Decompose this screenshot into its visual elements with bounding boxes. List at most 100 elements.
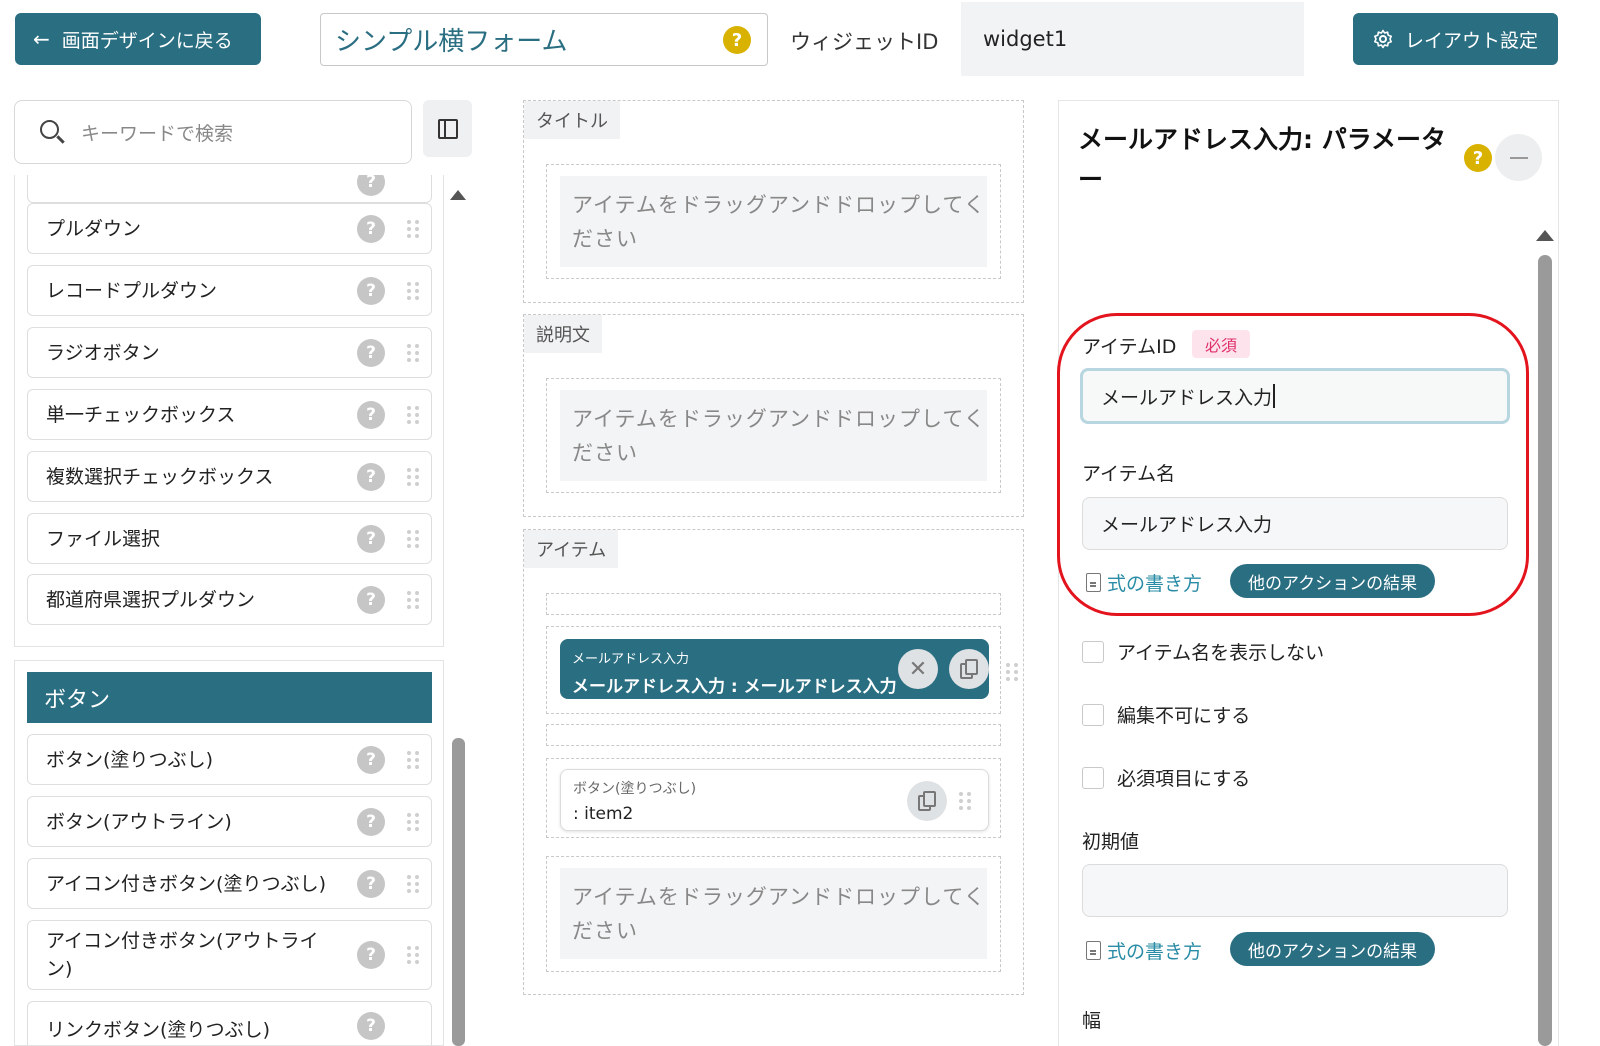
scroll-up-arrow-icon[interactable]: [1536, 230, 1554, 241]
help-icon[interactable]: ?: [357, 462, 385, 491]
selected-item-chip[interactable]: メールアドレス入力 メールアドレス入力 : メールアドレス入力 ✕: [560, 639, 989, 699]
drop-placeholder: アイテムをドラッグアンドドロップしてください: [560, 868, 987, 959]
help-icon[interactable]: ?: [357, 869, 385, 898]
item-type-label: メールアドレス入力: [572, 652, 690, 667]
formula-link-label: 式の書き方: [1107, 941, 1203, 963]
list-item-button-outline[interactable]: ボタン(アウトライン) ?: [27, 796, 432, 847]
text-cursor: [1273, 384, 1275, 408]
list-item-record-pulldown[interactable]: レコードプルダウン ?: [27, 265, 432, 316]
item-name-label: メールアドレス入力 : メールアドレス入力: [572, 677, 897, 697]
other-action-result-button[interactable]: 他のアクションの結果: [1230, 932, 1436, 966]
form-title-input[interactable]: シンプル横フォーム ?: [320, 13, 768, 66]
drop-slot[interactable]: [546, 724, 1001, 746]
initial-value-input[interactable]: [1082, 864, 1508, 917]
drag-handle-icon[interactable]: [959, 792, 971, 810]
other-action-result-button[interactable]: 他のアクションの結果: [1230, 564, 1436, 598]
back-to-screen-design-button[interactable]: ← 画面デザインに戻る: [15, 13, 261, 65]
group-header-buttons[interactable]: ボタン: [27, 672, 432, 723]
help-icon[interactable]: ?: [357, 338, 385, 367]
help-icon[interactable]: ?: [357, 807, 385, 836]
scroll-up-arrow-icon[interactable]: [450, 190, 466, 200]
item-name-value: メールアドレス入力: [1101, 514, 1273, 536]
right-scrollbar-thumb[interactable]: [1538, 255, 1552, 1046]
checkbox[interactable]: [1082, 766, 1104, 789]
list-item-multi-checkbox[interactable]: 複数選択チェックボックス ?: [27, 451, 432, 502]
help-icon[interactable]: ?: [357, 585, 385, 614]
drag-handle-icon[interactable]: [407, 812, 419, 831]
arrow-left-icon: ←: [33, 27, 50, 51]
button-item-chip[interactable]: ボタン(塗りつぶし) : item2: [560, 769, 989, 831]
close-icon[interactable]: ✕: [898, 649, 938, 689]
item-id-input[interactable]: メールアドレス入力: [1080, 368, 1510, 424]
sidebar-toggle-button[interactable]: [423, 100, 472, 157]
gear-icon: [1373, 29, 1392, 49]
formula-link-label: 式の書き方: [1107, 573, 1203, 595]
checkbox[interactable]: [1082, 703, 1104, 726]
list-item-button-filled[interactable]: ボタン(塗りつぶし) ?: [27, 734, 432, 785]
drop-zone[interactable]: アイテムをドラッグアンドドロップしてください: [546, 378, 1001, 493]
drop-zone[interactable]: アイテムをドラッグアンドドロップしてください: [546, 856, 1001, 972]
drag-handle-icon[interactable]: [407, 590, 419, 609]
list-item-link-button-filled[interactable]: リンクボタン(塗りつぶし) ?: [27, 1001, 432, 1045]
drag-handle-icon[interactable]: [407, 281, 419, 300]
list-item-icon-button-outline[interactable]: アイコン付きボタン(アウトライン) ?: [27, 920, 432, 990]
selected-item-wrapper: メールアドレス入力 メールアドレス入力 : メールアドレス入力 ✕: [546, 626, 1018, 714]
help-icon[interactable]: ?: [357, 524, 385, 553]
help-icon[interactable]: ?: [357, 276, 385, 305]
list-item-icon-button-filled[interactable]: アイコン付きボタン(塗りつぶし) ?: [27, 858, 432, 909]
drag-handle-icon[interactable]: [407, 467, 419, 486]
item-type-label: ボタン(塗りつぶし): [573, 781, 697, 797]
drag-handle-icon[interactable]: [407, 946, 419, 964]
drag-handle-icon[interactable]: [407, 529, 419, 548]
checkbox-label: 編集不可にする: [1117, 705, 1251, 727]
list-item-partial[interactable]: ?: [27, 175, 432, 203]
drag-handle-icon[interactable]: [407, 750, 419, 769]
list-item-prefecture-pulldown[interactable]: 都道府県選択プルダウン ?: [27, 574, 432, 625]
help-icon[interactable]: ?: [357, 745, 385, 774]
component-list: ? プルダウン ? レコードプルダウン ? ラジオボタン ? 単一チェックボック…: [14, 175, 444, 647]
drag-handle-icon[interactable]: [407, 219, 419, 238]
help-icon[interactable]: ?: [357, 214, 385, 243]
list-item-radio[interactable]: ラジオボタン ?: [27, 327, 432, 378]
layout-settings-button[interactable]: レイアウト設定: [1353, 13, 1558, 65]
help-icon[interactable]: ?: [357, 175, 385, 196]
list-item-pulldown[interactable]: プルダウン ?: [27, 203, 432, 254]
collapse-button[interactable]: [1495, 134, 1542, 181]
section-tag-items: アイテム: [524, 530, 619, 568]
drag-handle-icon[interactable]: [407, 343, 419, 362]
read-only-checkbox[interactable]: 編集不可にする: [1082, 701, 1250, 728]
document-icon: [1086, 941, 1101, 960]
section-tag-title: タイトル: [524, 101, 620, 139]
hide-item-name-checkbox[interactable]: アイテム名を表示しない: [1082, 638, 1324, 665]
checkbox-label: 必須項目にする: [1117, 768, 1251, 790]
help-icon[interactable]: ?: [1464, 144, 1492, 172]
required-field-checkbox[interactable]: 必須項目にする: [1082, 764, 1250, 791]
sidebar-panel-icon: [437, 118, 458, 139]
help-icon[interactable]: ?: [357, 1012, 385, 1040]
drop-placeholder: アイテムをドラッグアンドドロップしてください: [560, 176, 987, 267]
help-icon[interactable]: ?: [723, 26, 751, 54]
list-item-file-select[interactable]: ファイル選択 ?: [27, 513, 432, 564]
title-section: タイトル アイテムをドラッグアンドドロップしてください: [523, 100, 1024, 303]
drop-slot[interactable]: [546, 593, 1001, 615]
items-section: アイテム メールアドレス入力 メールアドレス入力 : メールアドレス入力 ✕ ボ…: [523, 529, 1024, 995]
item-name-input[interactable]: メールアドレス入力: [1082, 497, 1508, 550]
drop-zone[interactable]: アイテムをドラッグアンドドロップしてください: [546, 164, 1001, 279]
widget-id-field[interactable]: widget1: [961, 2, 1304, 76]
drag-handle-icon[interactable]: [407, 874, 419, 893]
help-icon[interactable]: ?: [357, 941, 385, 969]
left-scrollbar-thumb[interactable]: [452, 738, 465, 1046]
formula-help-link[interactable]: 式の書き方: [1086, 569, 1202, 596]
formula-help-link[interactable]: 式の書き方: [1086, 937, 1202, 964]
button-item-wrapper: ボタン(塗りつぶし) : item2: [546, 758, 1001, 838]
copy-icon[interactable]: [949, 649, 989, 689]
keyword-search-input[interactable]: キーワードで検索: [14, 100, 412, 164]
drag-handle-icon[interactable]: [1006, 663, 1018, 681]
checkbox[interactable]: [1082, 640, 1104, 663]
help-icon[interactable]: ?: [357, 400, 385, 429]
copy-icon[interactable]: [907, 781, 947, 821]
search-placeholder: キーワードで検索: [81, 122, 234, 145]
list-item-label: アイコン付きボタン(アウトライン): [46, 930, 319, 980]
drag-handle-icon[interactable]: [407, 405, 419, 424]
list-item-single-checkbox[interactable]: 単一チェックボックス ?: [27, 389, 432, 440]
